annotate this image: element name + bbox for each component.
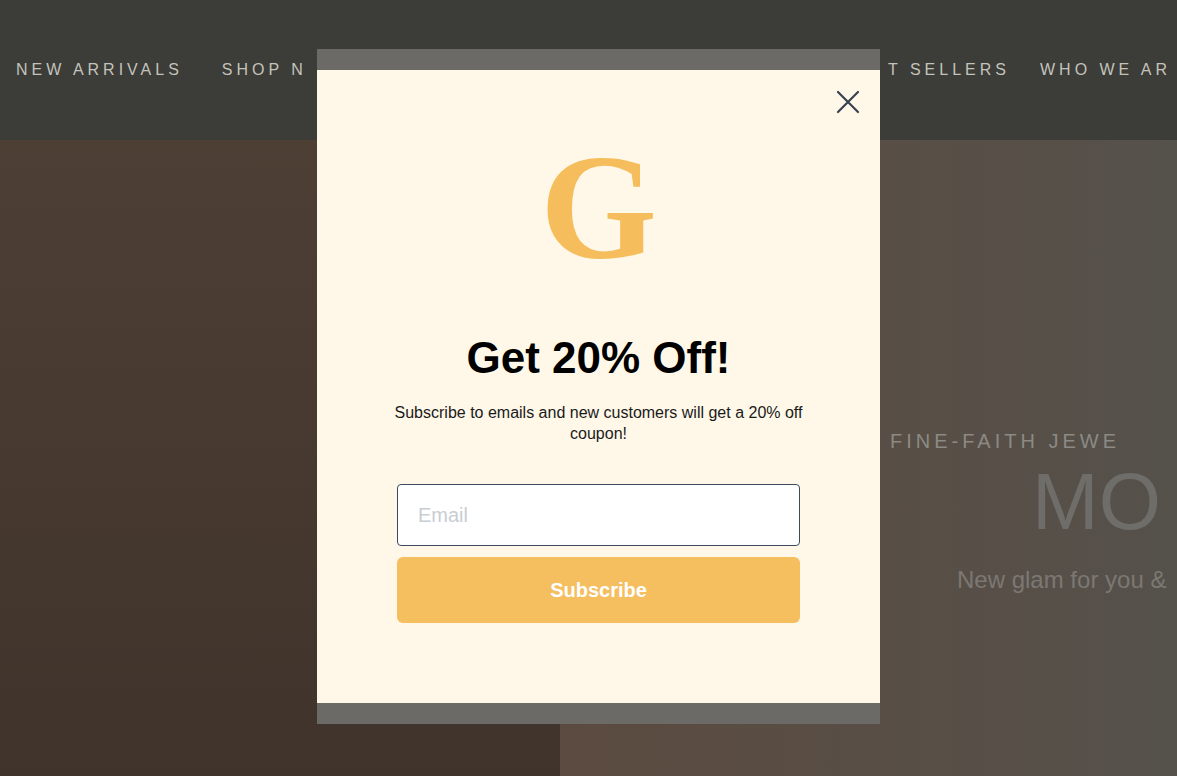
- close-button[interactable]: [834, 88, 862, 116]
- modal-frame: G Get 20% Off! Subscribe to emails and n…: [317, 49, 880, 724]
- page: NEW ARRIVALS SHOP N T SELLERS WHO WE AR FI…: [0, 0, 1177, 776]
- subscribe-button[interactable]: Subscribe: [397, 557, 800, 623]
- logo: G: [540, 132, 657, 282]
- email-input[interactable]: [397, 484, 800, 546]
- hero-subtitle: New glam for you &: [957, 562, 1166, 598]
- hero-eyebrow: FINE-FAITH JEWE: [890, 426, 1120, 456]
- nav-item[interactable]: WHO WE AR: [1040, 58, 1171, 82]
- close-icon: [836, 90, 860, 114]
- nav-item[interactable]: SHOP N: [222, 58, 307, 82]
- nav-item[interactable]: NEW ARRIVALS: [16, 58, 183, 82]
- modal-text: Subscribe to emails and new customers wi…: [369, 402, 829, 444]
- modal: G Get 20% Off! Subscribe to emails and n…: [317, 70, 880, 703]
- nav-item[interactable]: T SELLERS: [888, 58, 1010, 82]
- modal-title: Get 20% Off!: [466, 334, 730, 382]
- hero-title: MO: [1032, 458, 1161, 546]
